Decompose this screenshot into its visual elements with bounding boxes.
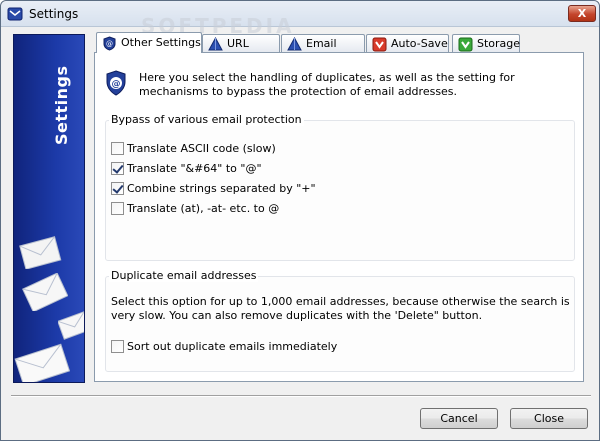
tab-label: Storage	[477, 37, 521, 50]
settings-window: Settings SOFTPEDIA X Settings @ Other Se…	[0, 0, 600, 441]
tab-auto-save[interactable]: Auto-Save	[366, 34, 449, 53]
email-shield-icon: @	[103, 36, 116, 51]
option-sort-duplicates[interactable]: Sort out duplicate emails immediately	[111, 339, 337, 353]
option-translate-amp64[interactable]: Translate "&#64" to "@"	[111, 161, 262, 175]
option-translate-at[interactable]: Translate (at), -at- etc. to @	[111, 201, 279, 215]
checkbox-label: Sort out duplicate emails immediately	[127, 339, 338, 353]
sidebar-banner: Settings	[13, 34, 85, 383]
pyramid-icon	[287, 37, 302, 51]
sort-duplicates-checkbox[interactable]	[111, 339, 124, 353]
svg-text:@: @	[112, 80, 121, 90]
translate-at-checkbox[interactable]	[111, 201, 124, 215]
tab-email-filter[interactable]: Email Filter	[281, 34, 365, 67]
pyramid-icon	[208, 37, 223, 51]
tab-label: Auto-Save	[391, 37, 448, 50]
option-combine-strings[interactable]: Combine strings separated by "+"	[111, 181, 316, 195]
tab-label: Other Settings	[121, 36, 201, 49]
duplicate-description: Select this option for up to 1,000 email…	[111, 295, 570, 322]
email-shield-icon: @	[106, 70, 126, 96]
duplicate-group	[105, 276, 575, 372]
envelope-icon	[19, 236, 62, 269]
option-translate-ascii[interactable]: Translate ASCII code (slow)	[111, 141, 276, 155]
title-bar: Settings SOFTPEDIA X	[1, 1, 599, 38]
separator	[11, 395, 591, 397]
envelope-icon	[14, 343, 70, 382]
svg-text:@: @	[106, 40, 113, 48]
red-down-arrow-icon	[372, 37, 387, 52]
tab-other-settings[interactable]: @ Other Settings	[96, 32, 202, 53]
translate-amp64-checkbox[interactable]	[111, 161, 124, 175]
bypass-group-label: Bypass of various email protection	[109, 113, 304, 126]
close-button[interactable]: Close	[510, 408, 588, 429]
sidebar-title: Settings	[52, 65, 71, 145]
green-down-arrow-icon	[458, 37, 473, 52]
checkbox-label: Translate (at), -at- etc. to @	[127, 201, 280, 215]
checkbox-label: Combine strings separated by "+"	[127, 181, 316, 195]
translate-ascii-checkbox[interactable]	[111, 141, 124, 155]
info-description: Here you select the handling of duplicat…	[139, 71, 515, 98]
tab-url-filter[interactable]: URL Filter	[202, 34, 280, 67]
duplicate-group-label: Duplicate email addresses	[109, 269, 259, 282]
combine-strings-checkbox[interactable]	[111, 181, 124, 195]
envelope-icon	[58, 311, 84, 340]
checkbox-label: Translate "&#64" to "@"	[127, 161, 262, 175]
window-title: Settings	[29, 7, 79, 21]
envelope-icon	[22, 273, 68, 311]
window-close-button[interactable]: X	[568, 5, 596, 22]
tab-storage[interactable]: Storage	[452, 34, 520, 53]
app-icon	[7, 7, 23, 21]
checkbox-label: Translate ASCII code (slow)	[127, 141, 276, 155]
cancel-button[interactable]: Cancel	[420, 408, 498, 429]
